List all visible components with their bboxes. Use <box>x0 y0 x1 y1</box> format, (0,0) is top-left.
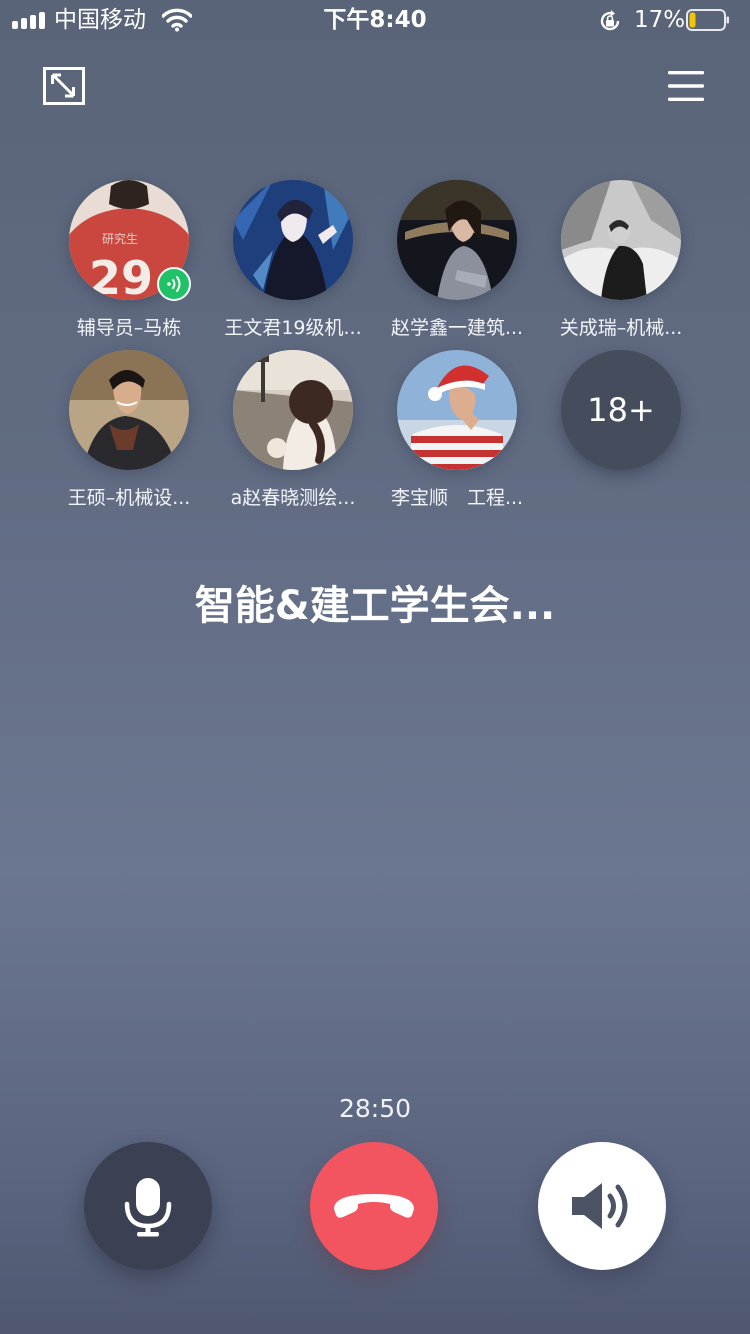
phone-hangup-icon <box>334 1194 414 1218</box>
speaking-indicator <box>157 267 191 301</box>
participant-name: 李宝顺 工程... <box>390 487 524 509</box>
microphone-icon <box>124 1178 172 1237</box>
minimize-icon[interactable] <box>43 67 85 105</box>
participant-name: 王硕–机械设... <box>67 487 191 509</box>
avatar <box>69 350 189 470</box>
participant-name: a赵春晓测绘... <box>230 487 356 509</box>
group-name: 智能&建工学生会... <box>194 583 556 629</box>
participant-name: 赵学鑫一建筑... <box>390 317 524 339</box>
svg-text:研究生: 研究生 <box>102 231 138 246</box>
participant-name: 关成瑞–机械... <box>559 317 683 339</box>
speaker-button[interactable] <box>538 1142 666 1270</box>
participant-6[interactable]: a赵春晓测绘... <box>218 350 368 510</box>
speaker-icon <box>572 1183 628 1229</box>
svg-text:29: 29 <box>89 251 153 300</box>
call-duration: 28:50 <box>338 1094 412 1123</box>
avatar <box>561 180 681 300</box>
participant-name: 王文君19级机... <box>224 317 362 339</box>
mute-button[interactable] <box>84 1142 212 1270</box>
battery-percent: 17% <box>634 7 686 33</box>
avatar <box>233 350 353 470</box>
participant-3[interactable]: 赵学鑫一建筑... <box>382 180 532 340</box>
participant-name: 辅导员–马栋 <box>76 317 182 339</box>
more-participants-button[interactable]: 18+ <box>561 350 681 470</box>
battery-icon <box>686 9 729 31</box>
participant-2[interactable]: 王文君19级机... <box>218 180 368 340</box>
avatar-image <box>561 180 681 300</box>
avatar-image <box>233 180 353 300</box>
sound-wave-icon <box>167 276 181 292</box>
avatar-image <box>233 350 353 470</box>
participant-4[interactable]: 关成瑞–机械... <box>546 180 696 340</box>
participant-7[interactable]: 李宝顺 工程... <box>382 350 532 510</box>
avatar-image <box>69 350 189 470</box>
rotation-lock-icon <box>600 10 620 31</box>
avatar-image <box>397 350 517 470</box>
avatar <box>233 180 353 300</box>
avatar <box>397 180 517 300</box>
avatar <box>397 350 517 470</box>
avatar-image <box>397 180 517 300</box>
status-bar: 中国移动 下午8:40 17% <box>0 0 750 40</box>
menu-icon[interactable] <box>668 70 704 102</box>
more-participants-count: 18+ <box>587 391 655 429</box>
hangup-button[interactable] <box>310 1142 438 1270</box>
participant-1[interactable]: 研究生 29 辅导员–马栋 <box>54 180 204 340</box>
participant-5[interactable]: 王硕–机械设... <box>54 350 204 510</box>
